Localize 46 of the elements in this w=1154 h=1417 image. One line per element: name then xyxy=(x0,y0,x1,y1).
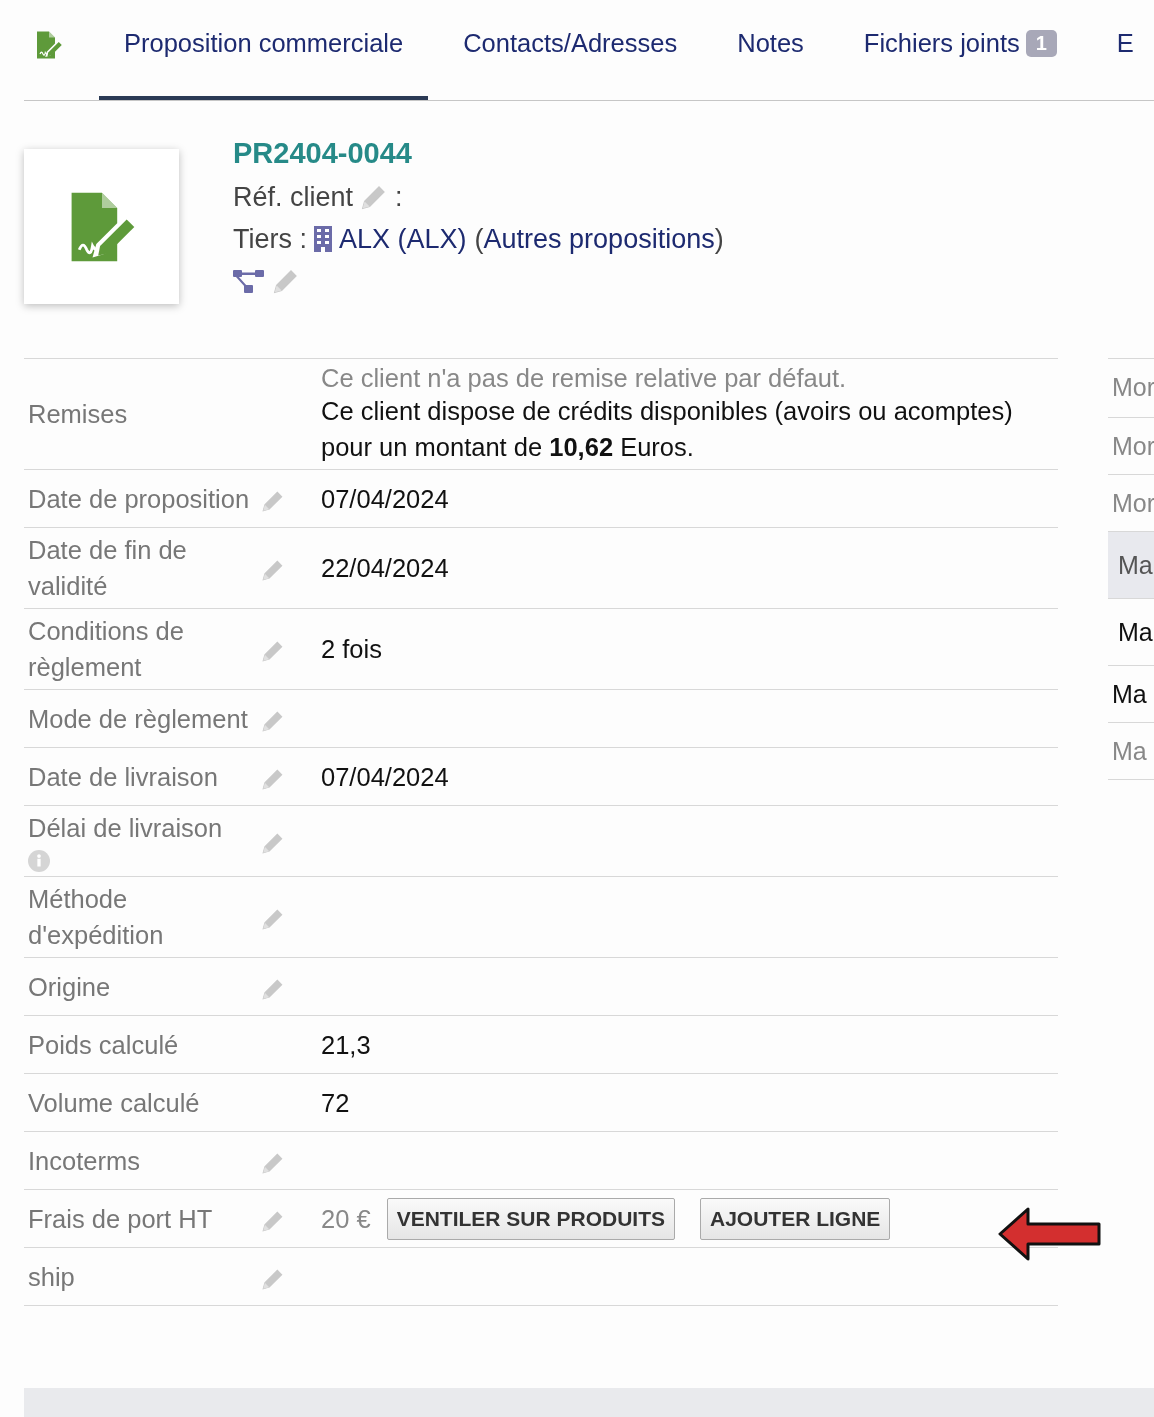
parenthesis: ( xyxy=(474,223,484,255)
separator: : xyxy=(395,181,403,213)
tab[interactable]: E xyxy=(1091,0,1154,100)
field-label: Volume calculé xyxy=(28,1088,200,1117)
tab[interactable]: Proposition commerciale xyxy=(99,0,429,100)
field-label: Date de livraison xyxy=(28,762,218,791)
field-value: 07/04/2024 xyxy=(321,483,449,515)
customer-link[interactable]: ALX (ALX) xyxy=(339,223,467,255)
action-button[interactable]: VENTILER SUR PRODUITS xyxy=(386,1197,675,1240)
document-reference: PR2404-0044 xyxy=(233,137,413,170)
table-cell: Ma xyxy=(1118,618,1153,646)
field-label: Poids calculé xyxy=(28,1030,179,1059)
field-label: Conditions de règlement xyxy=(28,617,184,681)
table-cell: Ma xyxy=(1112,737,1147,765)
field-label: Frais de port HT xyxy=(28,1204,213,1233)
tab[interactable]: Contacts/Adresses xyxy=(438,0,703,100)
field-label: Date de proposition xyxy=(28,484,250,513)
count-badge: 1 xyxy=(1025,29,1057,57)
field-value: 07/04/2024 xyxy=(321,761,449,793)
remark-text: Ce client dispose de crédits disponibles (avoirs ou acomptes) pour un montant de 10,62 Euros. xyxy=(321,396,1014,463)
field-value: 72 xyxy=(321,1087,350,1119)
other-proposals-link[interactable]: Autres propositions xyxy=(483,223,715,255)
table-cell: Mor xyxy=(1112,432,1154,460)
table-cell: Ma xyxy=(1112,680,1147,708)
table-cell: Mor xyxy=(1112,373,1154,401)
field-value: 21,3 xyxy=(321,1029,371,1061)
field-value: 2 fois xyxy=(321,634,382,665)
table-cell: Mor xyxy=(1112,489,1154,517)
field-label: Remises xyxy=(28,400,128,428)
tab[interactable]: Notes xyxy=(712,0,829,100)
field-label: Date de fin de validité xyxy=(28,536,187,600)
action-button[interactable]: AJOUTER LIGNE xyxy=(700,1197,891,1240)
field-label: Mode de règlement xyxy=(28,704,248,733)
parenthesis: ) xyxy=(714,223,724,255)
field-label: Origine xyxy=(28,972,111,1001)
tab[interactable]: Fichiers joints 1 xyxy=(838,0,1082,100)
field-value: 20 € xyxy=(321,1203,371,1235)
field-label: Tiers : xyxy=(233,223,307,255)
field-label: Délai de livraison xyxy=(28,814,223,842)
remark-text: Ce client n'a pas de remise relative par défaut. xyxy=(321,363,848,393)
field-label: ship xyxy=(28,1262,75,1291)
column-header: Ma xyxy=(1108,532,1154,599)
field-value: 22/04/2024 xyxy=(321,553,449,584)
field-label: Méthode d'expédition xyxy=(28,885,164,949)
field-label: Incoterms xyxy=(28,1146,140,1175)
field-label: Réf. client xyxy=(233,181,354,213)
